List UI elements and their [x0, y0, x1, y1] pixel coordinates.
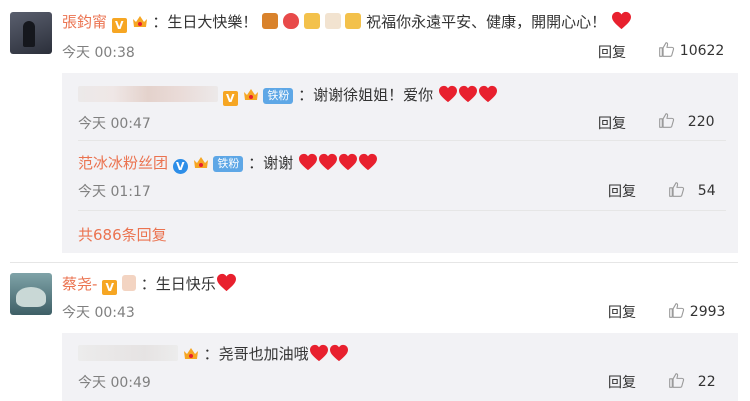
thumbs-up-icon — [658, 41, 675, 58]
heart-emoji-icon — [358, 153, 378, 171]
crown-icon — [243, 87, 259, 102]
divider — [78, 210, 726, 211]
reply-author[interactable]: 范冰冰粉丝团 — [78, 154, 168, 172]
blurred-username — [78, 345, 178, 361]
crown-icon — [183, 346, 199, 361]
like-button[interactable]: 22 — [668, 372, 716, 390]
like-count: 220 — [687, 114, 715, 130]
reply-time: 今天 00:49 — [78, 375, 151, 391]
thumbs-up-icon — [668, 302, 685, 319]
avatar[interactable] — [10, 12, 52, 54]
reply-button[interactable]: 回复 — [608, 181, 636, 201]
heart-emoji-icon — [458, 85, 478, 103]
crown-icon — [132, 14, 148, 29]
comment-text-continued: 祝福你永遠平安、健康，開開心心！ — [366, 13, 607, 31]
like-button[interactable]: 54 — [668, 181, 716, 199]
thumbs-up-icon — [668, 181, 685, 198]
avatar[interactable] — [10, 273, 52, 315]
reply-button[interactable]: 回复 — [608, 302, 636, 322]
party-popper-emoji-icon — [345, 13, 362, 29]
heart-emoji-icon — [438, 85, 458, 103]
comment-divider — [10, 262, 738, 263]
blurred-username — [78, 86, 218, 102]
reply-text: ：尧哥也加油哦 — [203, 345, 309, 363]
reply-line: 范冰冰粉丝团 V 铁粉 ：谢谢 — [78, 152, 378, 174]
like-count: 10622 — [679, 43, 725, 59]
comment-author[interactable]: 張鈞甯 — [62, 13, 107, 31]
verified-badge-icon: V — [102, 280, 118, 295]
fan-badge: 铁粉 — [213, 156, 244, 172]
comment-time: 今天 00:38 — [62, 45, 135, 61]
thumbs-up-icon — [658, 112, 675, 129]
heart-emoji-icon — [338, 153, 358, 171]
like-button[interactable]: 10622 — [658, 41, 724, 59]
crown-icon — [193, 155, 209, 170]
gift-emoji-icon — [262, 13, 279, 29]
party-popper-emoji-icon — [303, 13, 320, 29]
heart-emoji-icon — [478, 85, 498, 103]
heart-emoji-icon — [298, 153, 318, 171]
heart-emoji-icon — [329, 344, 349, 362]
like-count: 22 — [697, 374, 716, 390]
like-count: 54 — [697, 183, 716, 199]
reply-time: 今天 01:17 — [78, 184, 151, 200]
verified-badge-icon: V — [222, 91, 238, 106]
like-count: 2993 — [689, 304, 726, 320]
balloon-emoji-icon — [282, 13, 299, 29]
verified-badge-icon: V — [172, 159, 188, 174]
divider — [78, 140, 726, 141]
thumbs-up-icon — [668, 372, 685, 389]
reply-button[interactable]: 回复 — [608, 372, 636, 392]
comment-author[interactable]: 蔡尧- — [62, 275, 97, 293]
reply-text: ：谢谢徐姐姐！爱你 — [298, 86, 434, 104]
heart-emoji-icon — [611, 11, 632, 30]
reply-button[interactable]: 回复 — [598, 42, 626, 62]
heart-emoji-icon — [216, 273, 237, 292]
fan-badge: 铁粉 — [263, 88, 294, 104]
reply-text: ：谢谢 — [248, 154, 294, 172]
comment-text: ：生日大快樂！ — [152, 13, 258, 31]
more-replies-link[interactable]: 共686条回复 — [78, 224, 167, 245]
like-button[interactable]: 220 — [658, 112, 715, 130]
reply-time: 今天 00:47 — [78, 116, 151, 132]
comment-time: 今天 00:43 — [62, 305, 135, 321]
like-button[interactable]: 2993 — [668, 302, 725, 320]
comment-text: ：生日快乐 — [140, 275, 216, 293]
heart-emoji-icon — [309, 344, 329, 362]
comment-line: 張鈞甯 V ：生日大快樂！ 祝福你永遠平安、健康，開開心心！ — [62, 11, 632, 33]
reply-button[interactable]: 回复 — [598, 113, 626, 133]
hourglass-icon — [121, 275, 136, 291]
comment-line: 蔡尧- V ：生日快乐 — [62, 273, 237, 295]
heart-emoji-icon — [318, 153, 338, 171]
reply-line: ：尧哥也加油哦 — [78, 343, 349, 364]
reply-line: V 铁粉 ：谢谢徐姐姐！爱你 — [78, 84, 498, 106]
cake-emoji-icon — [324, 13, 341, 29]
verified-badge-icon: V — [111, 18, 127, 33]
